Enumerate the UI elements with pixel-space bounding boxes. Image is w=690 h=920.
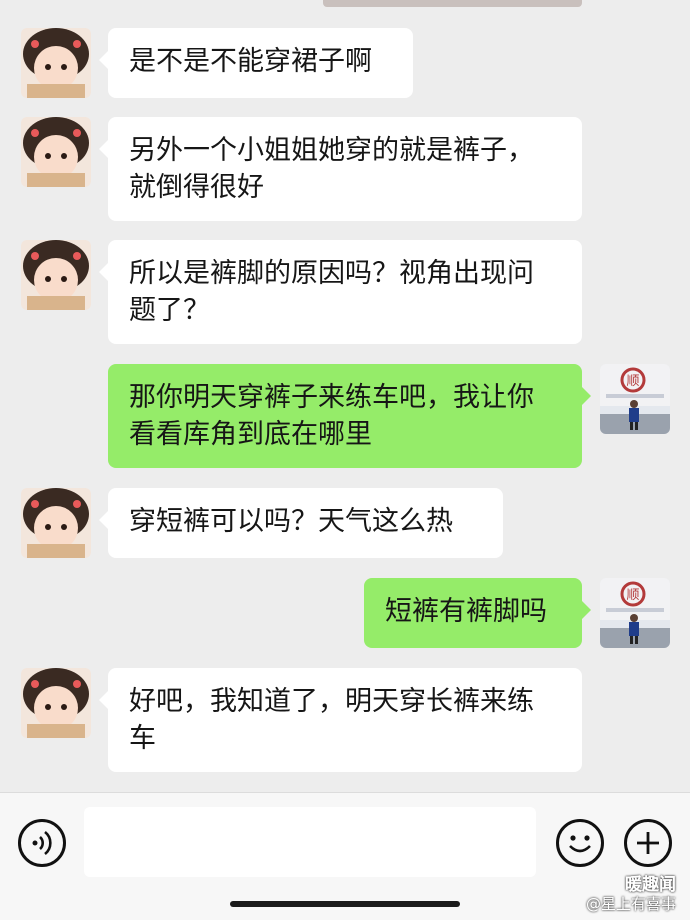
voice-icon[interactable]	[18, 819, 66, 867]
girl-avatar-image	[21, 488, 91, 558]
emoji-icon[interactable]	[556, 819, 604, 867]
message-bubble-received[interactable]: 另外一个小姐姐她穿的就是裤子， 就倒得很好	[99, 117, 582, 221]
message-bubble-sent[interactable]: 那你明天穿裤子来练车吧，我让你 看看库角到底在哪里	[108, 364, 591, 468]
contact-avatar[interactable]	[21, 488, 91, 558]
svg-text:顺: 顺	[626, 588, 639, 603]
plus-icon[interactable]	[624, 819, 672, 867]
own-avatar[interactable]: 顺	[600, 578, 670, 648]
contact-avatar[interactable]	[21, 117, 91, 187]
message-bubble-sent[interactable]: 短裤有裤脚吗	[364, 578, 591, 648]
coach-avatar-image: 顺	[600, 578, 670, 648]
contact-avatar[interactable]	[21, 240, 91, 310]
girl-avatar-image	[21, 117, 91, 187]
previous-message-edge	[323, 0, 582, 7]
watermark-title: 暖趣闻	[625, 875, 676, 895]
girl-avatar-image	[21, 28, 91, 98]
coach-avatar-image: 顺	[600, 364, 670, 434]
message-bubble-received[interactable]: 好吧，我知道了，明天穿长裤来练 车	[99, 668, 582, 772]
girl-avatar-image	[21, 668, 91, 738]
message-bubble-received[interactable]: 是不是不能穿裙子啊	[99, 28, 413, 98]
contact-avatar[interactable]	[21, 28, 91, 98]
home-indicator[interactable]	[230, 901, 460, 907]
watermark: 暖趣闻 @星上有喜事	[586, 876, 676, 914]
watermark-author: @星上有喜事	[585, 895, 676, 913]
chat-input-bar: 暖趣闻 @星上有喜事	[0, 792, 690, 920]
message-input[interactable]	[84, 807, 536, 877]
svg-text:顺: 顺	[626, 374, 639, 389]
contact-avatar[interactable]	[21, 668, 91, 738]
message-bubble-received[interactable]: 穿短裤可以吗？天气这么热	[99, 488, 503, 558]
own-avatar[interactable]: 顺	[600, 364, 670, 434]
message-bubble-received[interactable]: 所以是裤脚的原因吗？视角出现问 题了？	[99, 240, 582, 344]
girl-avatar-image	[21, 240, 91, 310]
